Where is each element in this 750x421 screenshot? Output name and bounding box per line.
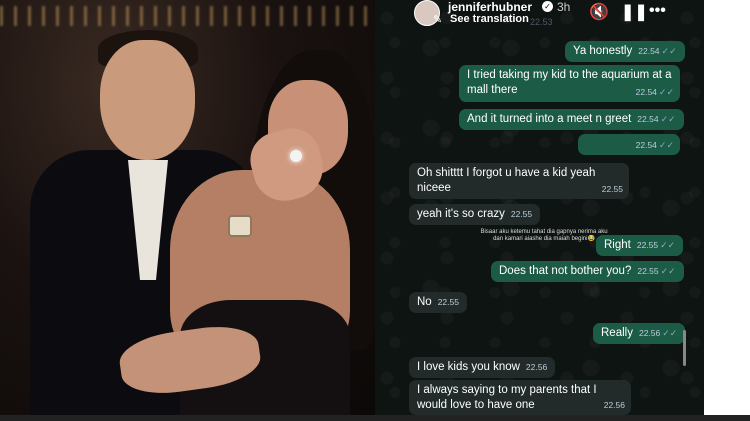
faint-timestamp: 22.53: [530, 17, 553, 27]
see-translation-link[interactable]: See translation: [450, 13, 529, 25]
message-bubble: No 22.55: [409, 292, 467, 313]
background-lights: [0, 6, 375, 26]
message-bubble: I tried taking my kid to the aquarium at…: [459, 65, 680, 102]
couple-photo: [0, 0, 375, 421]
engagement-ring: [290, 150, 302, 162]
story-header: jenniferhubner ✓ 3h ✎ See translation 22…: [375, 0, 704, 30]
overlay-caption: Bisaar aku ketemu tahat dia gapnya nerim…: [480, 229, 608, 242]
page-margin: [704, 0, 750, 421]
message-bubble: And it turned into a meet n greet 22.54 ✓✓: [459, 109, 684, 130]
bottom-divider: [0, 415, 750, 421]
chat-screenshot: jenniferhubner ✓ 3h ✎ See translation 22…: [375, 0, 704, 421]
scrollbar[interactable]: [683, 330, 686, 366]
man-face: [100, 40, 195, 160]
message-bubble: Really 22.56 ✓✓: [593, 323, 686, 344]
username[interactable]: jenniferhubner: [448, 0, 532, 14]
message-bubble: Ya honestly 22.54 ✓✓: [565, 41, 685, 62]
post-time: 3h: [557, 0, 571, 14]
pause-icon[interactable]: ❚❚: [621, 2, 648, 22]
mute-icon[interactable]: 🔇: [589, 2, 609, 22]
message-bubble: 22.54 ✓✓: [578, 134, 680, 155]
verified-badge-icon: ✓: [542, 1, 553, 12]
more-icon[interactable]: •••: [649, 2, 666, 20]
message-bubble: Does that not bother you? 22.55 ✓✓: [491, 261, 684, 282]
message-bubble: I always saying to my parents that I wou…: [409, 380, 631, 415]
message-bubble: Oh shitttt I forgot u have a kid yeah ni…: [409, 163, 629, 199]
translate-icon: ✎: [433, 14, 443, 26]
message-bubble: Right 22.55 ✓✓: [596, 235, 684, 256]
wrist-watch: [228, 215, 252, 237]
message-bubble: I love kids you know 22.56: [409, 357, 556, 378]
message-bubble: yeah it's so crazy 22.55: [409, 204, 541, 225]
